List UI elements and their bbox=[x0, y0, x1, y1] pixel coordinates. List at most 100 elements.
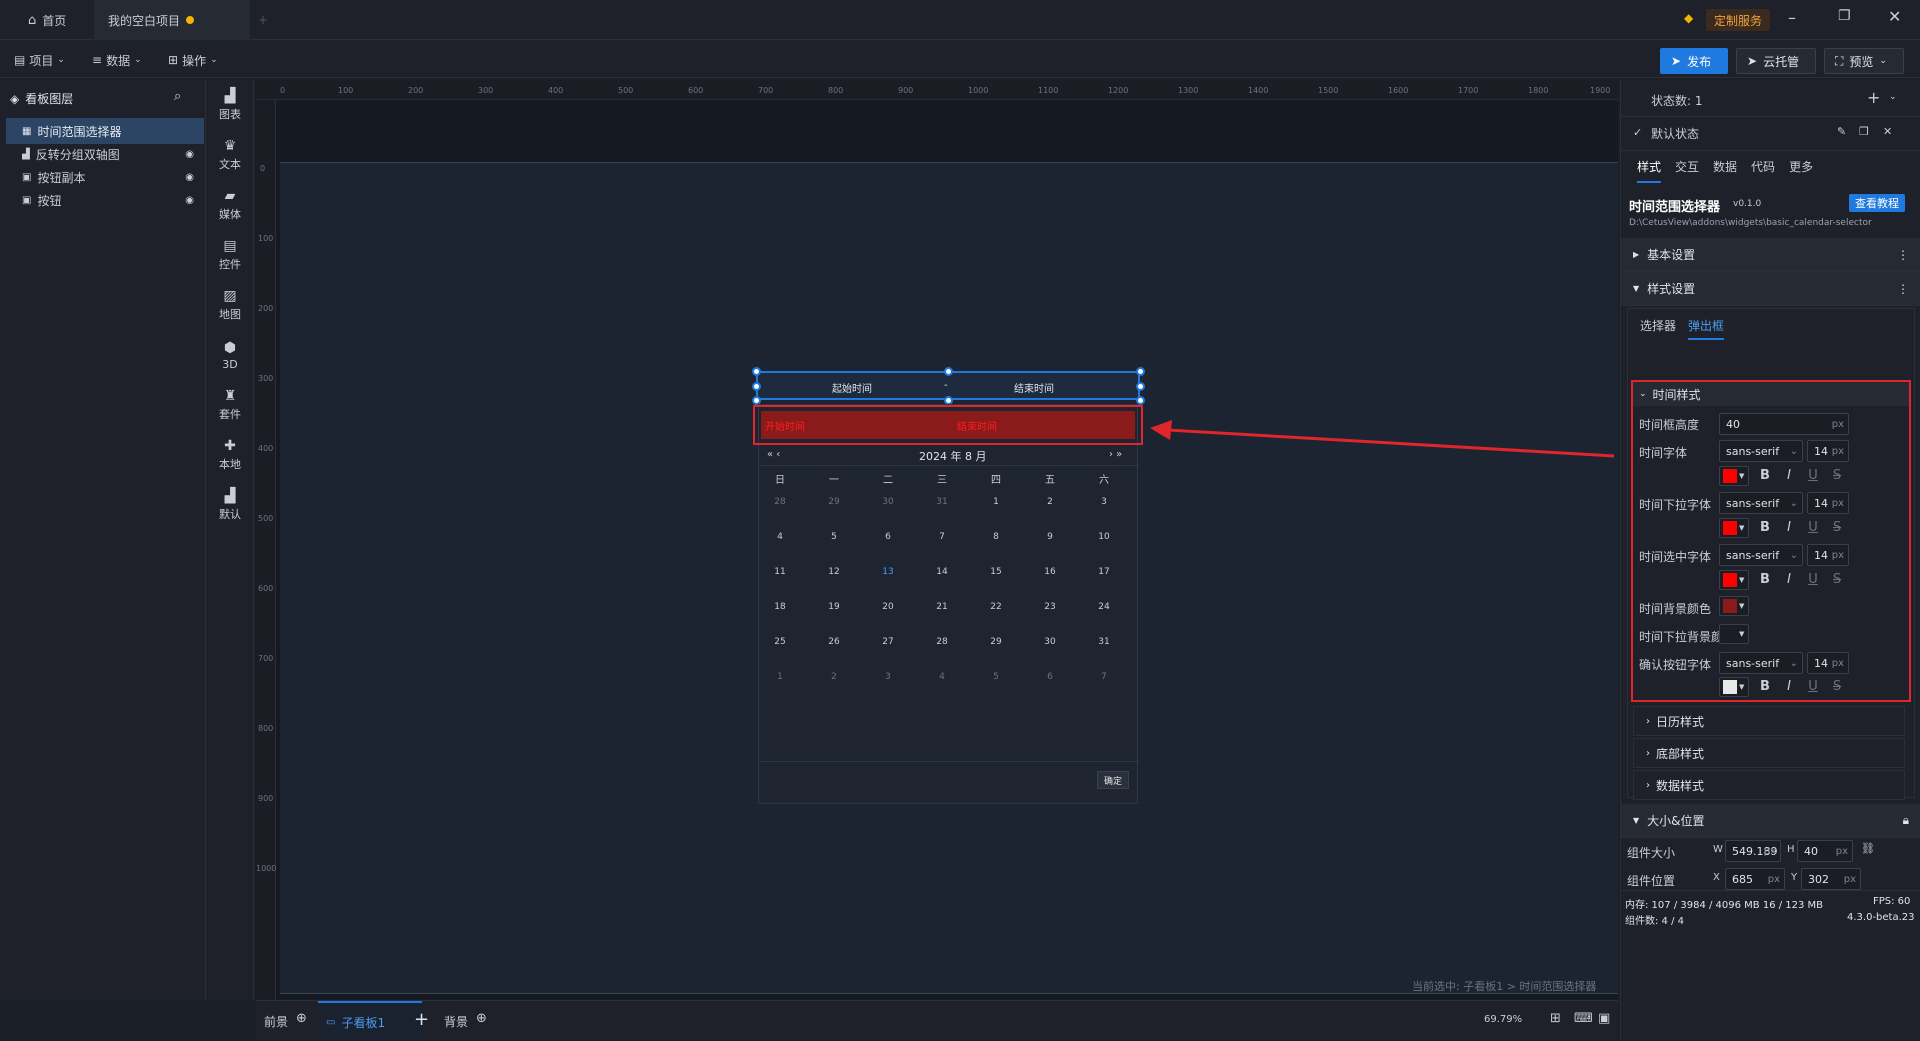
end-time-placeholder[interactable]: 结束时间 bbox=[1014, 380, 1054, 395]
strikethrough-icon[interactable]: S bbox=[1829, 572, 1845, 587]
close-icon[interactable]: ✕ bbox=[1883, 125, 1892, 138]
dropdown-bg-picker[interactable]: ▼ bbox=[1719, 624, 1749, 644]
comp-control[interactable]: ▤ 控件 bbox=[206, 230, 254, 280]
font-color-picker[interactable]: ▼ bbox=[1719, 466, 1749, 486]
confirm-button[interactable]: 确定 bbox=[1097, 771, 1130, 789]
font-family-select[interactable]: sans-serif ⌄ bbox=[1719, 492, 1803, 514]
subtab-selector[interactable]: 选择器 bbox=[1640, 317, 1676, 340]
tab-more[interactable]: 更多 bbox=[1789, 158, 1813, 183]
confirm-font-color-picker[interactable]: ▼ bbox=[1719, 677, 1749, 697]
calendar-day[interactable]: 10 bbox=[1089, 532, 1119, 542]
time-style-header[interactable]: ⌄ 时间样式 bbox=[1633, 382, 1909, 406]
bold-icon[interactable]: B bbox=[1757, 468, 1773, 483]
calendar-day[interactable]: 6 bbox=[873, 532, 903, 542]
tab-data[interactable]: 数据 bbox=[1713, 158, 1737, 183]
prev-month-nav[interactable]: « ‹ bbox=[767, 449, 780, 460]
calendar-day[interactable]: 19 bbox=[819, 602, 849, 612]
resize-handle[interactable] bbox=[1136, 367, 1145, 376]
restore-icon[interactable]: ❐ bbox=[1838, 8, 1851, 24]
bold-icon[interactable]: B bbox=[1757, 520, 1773, 535]
comp-chart[interactable]: ▟ 图表 bbox=[206, 80, 254, 130]
calendar-day[interactable]: 31 bbox=[1089, 637, 1119, 647]
search-icon[interactable]: ⌕ bbox=[174, 89, 181, 104]
eye-hidden-icon[interactable]: ◉ bbox=[185, 149, 194, 160]
bold-icon[interactable]: B bbox=[1757, 572, 1773, 587]
calendar-day[interactable]: 6 bbox=[1035, 672, 1065, 682]
add-circle-icon[interactable]: ⊕ bbox=[476, 1011, 487, 1026]
y-input[interactable]: 302 px bbox=[1801, 868, 1861, 890]
tab-code[interactable]: 代码 bbox=[1751, 158, 1775, 183]
underline-icon[interactable]: U bbox=[1805, 520, 1821, 535]
calendar-day[interactable]: 25 bbox=[765, 637, 795, 647]
calendar-day[interactable]: 31 bbox=[927, 497, 957, 507]
font-family-select[interactable]: sans-serif ⌄ bbox=[1719, 652, 1803, 674]
publish-button[interactable]: ➤ 发布 bbox=[1660, 48, 1728, 74]
calendar-day[interactable]: 29 bbox=[819, 497, 849, 507]
calendar-day[interactable]: 15 bbox=[981, 567, 1011, 577]
font-size-input[interactable]: 14 px bbox=[1807, 652, 1849, 674]
calendar-day[interactable]: 26 bbox=[819, 637, 849, 647]
copy-icon[interactable]: ❐ bbox=[1859, 125, 1869, 138]
comp-kit[interactable]: ♜ 套件 bbox=[206, 380, 254, 430]
calendar-day[interactable]: 5 bbox=[981, 672, 1011, 682]
font-family-select[interactable]: sans-serif ⌄ bbox=[1719, 440, 1803, 462]
calendar-day[interactable]: 27 bbox=[873, 637, 903, 647]
calendar-day[interactable]: 28 bbox=[927, 637, 957, 647]
resize-handle[interactable] bbox=[752, 382, 761, 391]
comp-local[interactable]: ✚ 本地 bbox=[206, 430, 254, 480]
menu-data[interactable]: ≡ 数据 ⌄ bbox=[92, 49, 142, 71]
calendar-day[interactable]: 12 bbox=[819, 567, 849, 577]
fit-screen-icon[interactable]: ⊞ bbox=[1550, 1011, 1561, 1026]
minimize-icon[interactable]: – bbox=[1788, 8, 1796, 27]
box-height-input[interactable]: 40 px bbox=[1719, 413, 1849, 435]
keyboard-icon[interactable]: ⌨ bbox=[1574, 1011, 1593, 1026]
resize-handle[interactable] bbox=[944, 367, 953, 376]
dropdown-start-time[interactable]: 开始时间 bbox=[765, 418, 805, 433]
calendar-day[interactable]: 2 bbox=[1035, 497, 1065, 507]
font-size-input[interactable]: 14 px bbox=[1807, 440, 1849, 462]
calendar-day[interactable]: 4 bbox=[927, 672, 957, 682]
cloud-button[interactable]: ➤ 云托管 bbox=[1736, 48, 1816, 74]
more-icon[interactable]: ⋮ bbox=[1897, 282, 1909, 296]
subtab-popup[interactable]: 弹出框 bbox=[1688, 317, 1725, 340]
bold-icon[interactable]: B bbox=[1757, 679, 1773, 694]
calendar-day[interactable]: 20 bbox=[873, 602, 903, 612]
calendar-day[interactable]: 17 bbox=[1089, 567, 1119, 577]
calendar-day[interactable]: 24 bbox=[1089, 602, 1119, 612]
calendar-day[interactable]: 23 bbox=[1035, 602, 1065, 612]
calendar-day[interactable]: 8 bbox=[981, 532, 1011, 542]
italic-icon[interactable]: I bbox=[1781, 679, 1797, 694]
comp-text[interactable]: ♛ 文本 bbox=[206, 130, 254, 180]
calendar-day[interactable]: 7 bbox=[1089, 672, 1119, 682]
selected-font-color-picker[interactable]: ▼ bbox=[1719, 570, 1749, 590]
tab-style[interactable]: 样式 bbox=[1637, 158, 1662, 183]
zoom-level[interactable]: 69.79% bbox=[1484, 1014, 1522, 1025]
calendar-day[interactable]: 1 bbox=[981, 497, 1011, 507]
tab-background[interactable]: 背景 bbox=[444, 1013, 468, 1030]
menu-project[interactable]: ▤ 项目 ⌄ bbox=[14, 49, 65, 71]
calendar-day[interactable]: 13 bbox=[873, 567, 903, 577]
calendar-day[interactable]: 21 bbox=[927, 602, 957, 612]
tutorial-button[interactable]: 查看教程 bbox=[1849, 194, 1905, 212]
eye-hidden-icon[interactable]: ◉ bbox=[185, 195, 194, 206]
calendar-day[interactable]: 11 bbox=[765, 567, 795, 577]
calendar-day[interactable]: 3 bbox=[1089, 497, 1119, 507]
underline-icon[interactable]: U bbox=[1805, 679, 1821, 694]
lock-icon[interactable]: 🔒︎ bbox=[1903, 813, 1909, 828]
start-time-placeholder[interactable]: 起始时间 bbox=[832, 380, 872, 395]
comp-3d[interactable]: ⬢ 3D bbox=[206, 330, 254, 380]
resize-handle[interactable] bbox=[752, 367, 761, 376]
calendar-day[interactable]: 3 bbox=[873, 672, 903, 682]
tab-sub-board[interactable]: ▭ 子看板1 bbox=[318, 1001, 422, 1041]
calendar-day[interactable]: 14 bbox=[927, 567, 957, 577]
resize-handle[interactable] bbox=[1136, 382, 1145, 391]
calendar-day[interactable]: 9 bbox=[1035, 532, 1065, 542]
close-icon[interactable]: ✕ bbox=[1888, 7, 1901, 26]
dropdown-end-time[interactable]: 结束时间 bbox=[957, 418, 997, 433]
calendar-day[interactable]: 2 bbox=[819, 672, 849, 682]
canvas-area[interactable]: 0 100 200 300 400 500 600 700 800 900 10… bbox=[256, 80, 1618, 1000]
default-state-label[interactable]: 默认状态 bbox=[1651, 125, 1699, 142]
font-family-select[interactable]: sans-serif ⌄ bbox=[1719, 544, 1803, 566]
tab-project[interactable]: 我的空白项目 bbox=[94, 0, 250, 40]
section-data-style[interactable]: › 数据样式 bbox=[1633, 770, 1905, 800]
